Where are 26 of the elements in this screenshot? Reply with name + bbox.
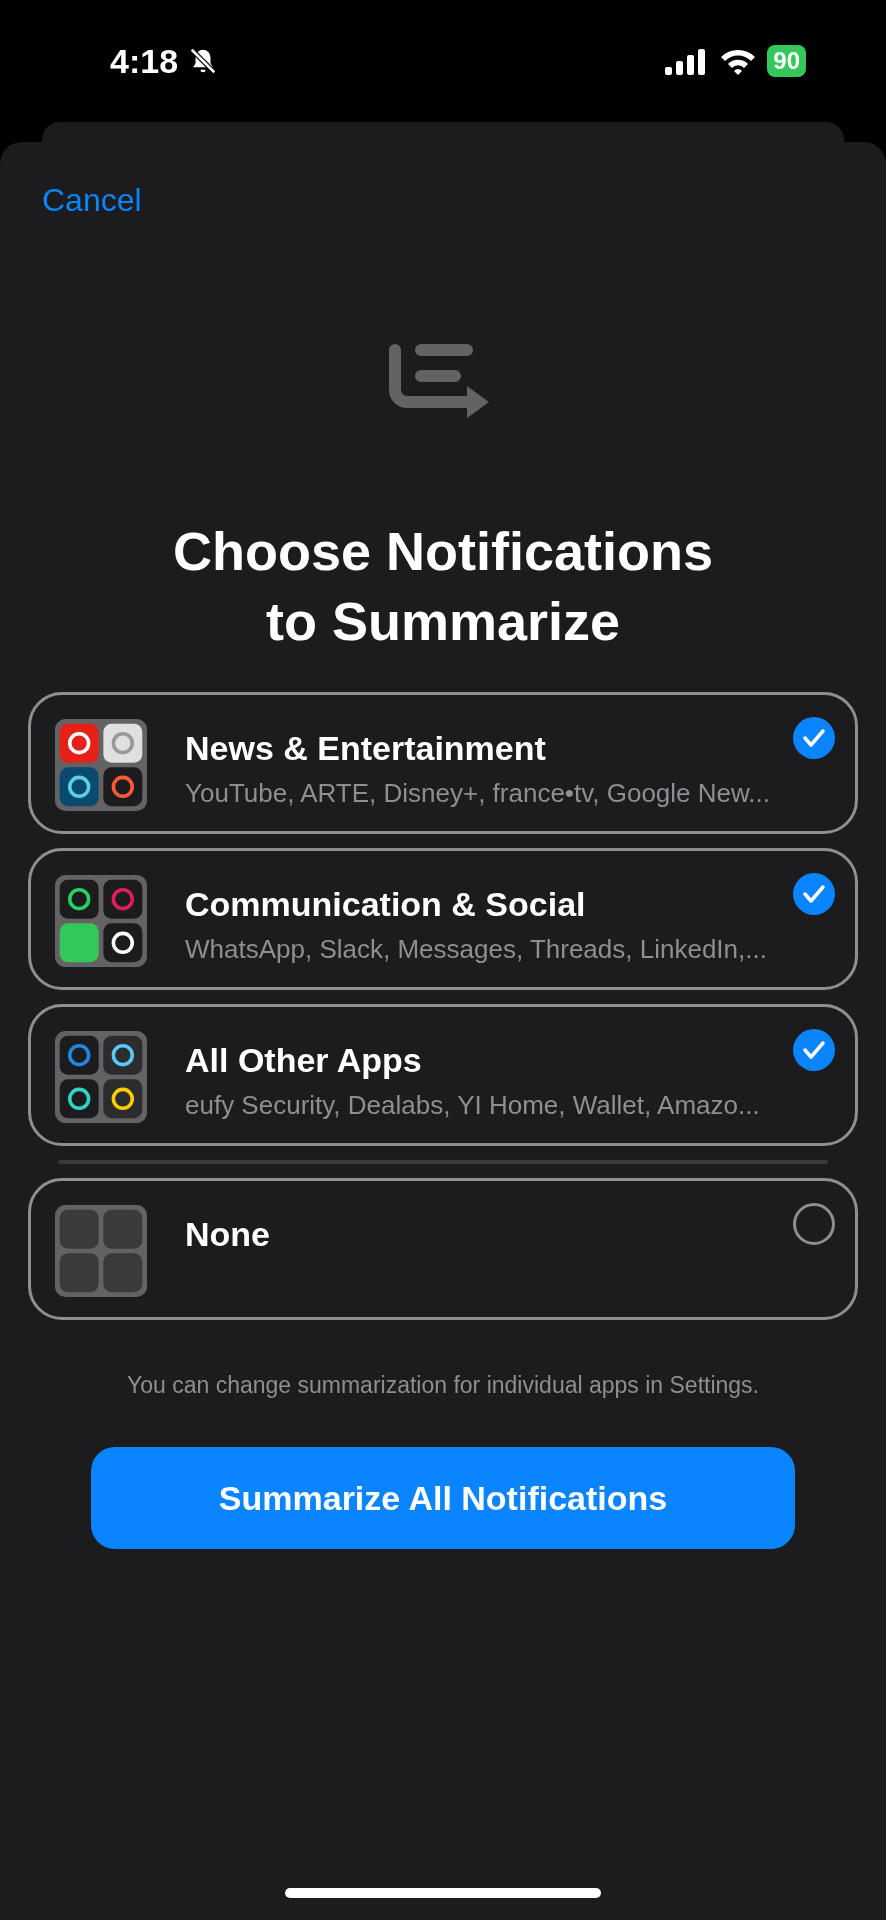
option-card[interactable]: Communication & Social WhatsApp, Slack, Messages, Threads, LinkedIn,... — [28, 848, 858, 990]
option-apps: WhatsApp, Slack, Messages, Threads, LinkedIn,... — [185, 934, 768, 965]
app-grid-icon — [55, 1031, 147, 1123]
battery-level: 90 — [767, 45, 806, 77]
option-card[interactable]: News & Entertainment YouTube, ARTE, Disney+, france•tv, Google New... — [28, 692, 858, 834]
empty-app-grid-icon — [55, 1205, 147, 1297]
app-grid-icon — [55, 719, 147, 811]
status-time: 4:18 — [110, 41, 179, 81]
option-apps: YouTube, ARTE, Disney+, france•tv, Google New... — [185, 778, 772, 809]
option-card[interactable]: None — [28, 1178, 858, 1320]
checkmark-icon[interactable] — [793, 1029, 835, 1071]
footnote: You can change summarization for individual apps in Settings. — [127, 1372, 759, 1399]
summarize-button[interactable]: Summarize All Notifications — [91, 1447, 795, 1549]
cancel-button[interactable]: Cancel — [28, 182, 142, 219]
option-title: None — [185, 1215, 271, 1254]
checkmark-icon[interactable] — [793, 873, 835, 915]
option-title: News & Entertainment — [185, 729, 547, 768]
radio-circle-icon[interactable] — [793, 1203, 835, 1245]
checkmark-icon[interactable] — [793, 717, 835, 759]
app-grid-icon — [55, 875, 147, 967]
option-title: All Other Apps — [185, 1041, 423, 1080]
option-title: Communication & Social — [185, 885, 587, 924]
option-apps: eufy Security, Dealabs, YI Home, Wallet, Amazo... — [185, 1090, 761, 1121]
sheet-title: Choose Notifications to Summarize — [173, 520, 713, 653]
option-card[interactable]: All Other Apps eufy Security, Dealabs, YI Home, Wallet, Amazo... — [28, 1004, 858, 1146]
wifi-icon — [719, 47, 758, 75]
